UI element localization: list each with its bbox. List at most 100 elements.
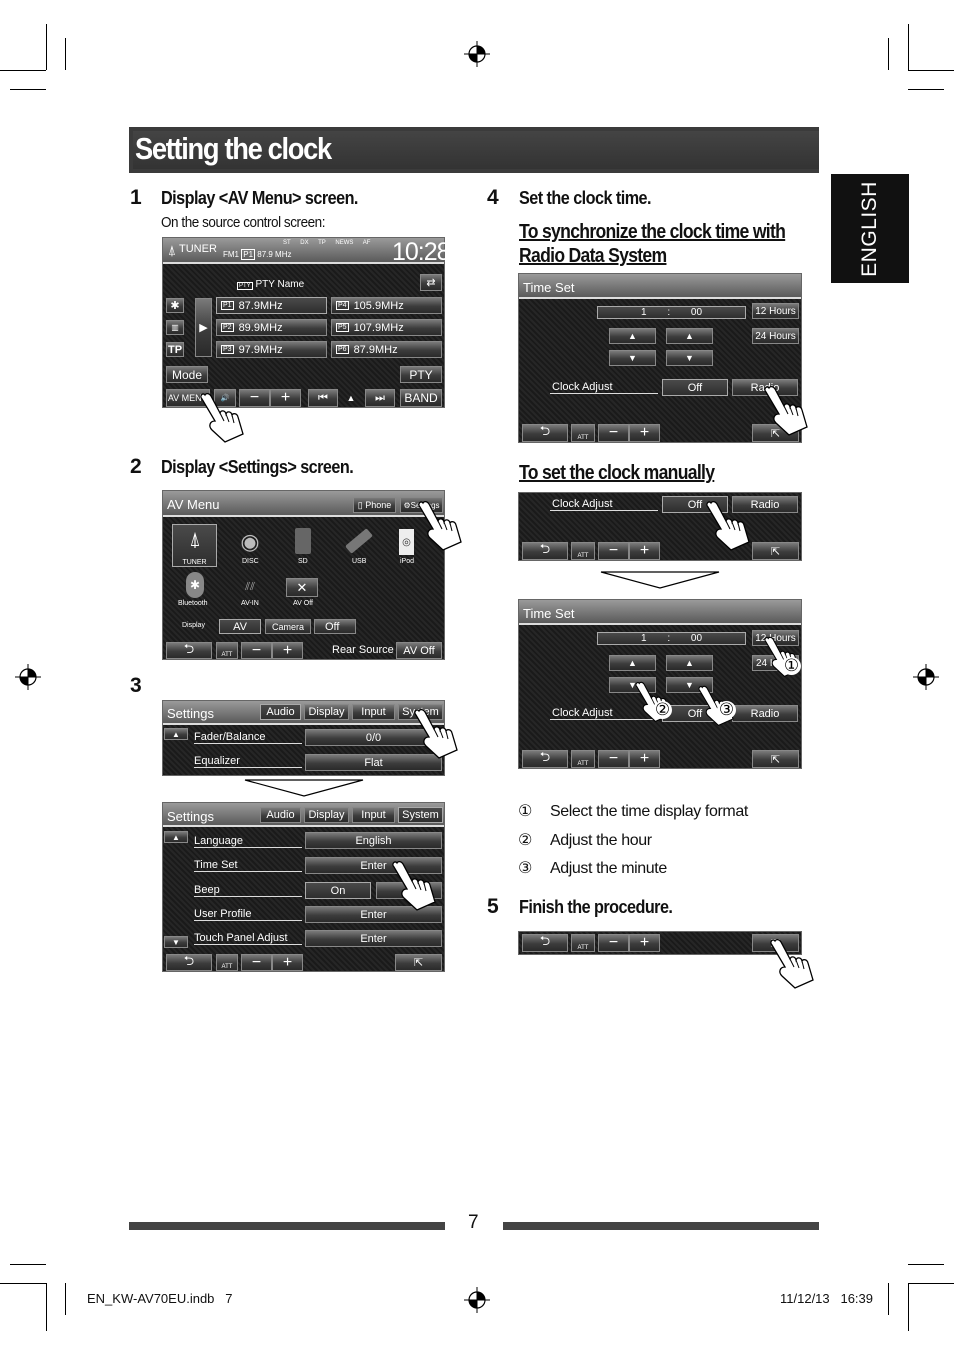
att-button[interactable]: ATT [571, 934, 595, 952]
ipod-icon[interactable]: ◎ [399, 529, 414, 555]
exit-button[interactable]: ⇱ [752, 750, 799, 768]
av-in-cable-icon[interactable]: ⫽⫽ [234, 578, 266, 596]
volume-down-button[interactable]: − [598, 542, 629, 560]
preset-button[interactable]: P2 89.9MHz [216, 319, 327, 336]
scroll-up-button[interactable]: ▲ [164, 728, 188, 740]
display-camera-button[interactable]: Camera [265, 619, 311, 634]
att-button[interactable]: ATT [216, 642, 238, 659]
volume-down-button[interactable]: − [598, 424, 629, 442]
volume-up-button[interactable]: + [272, 642, 303, 659]
volume-down-button[interactable]: − [598, 934, 629, 952]
bluetooth-button[interactable]: ✱ [166, 298, 184, 313]
preset-button[interactable]: P5 107.9MHz [331, 319, 442, 336]
source-usb[interactable]: USB [352, 558, 366, 565]
volume-up-button[interactable]: + [629, 750, 660, 768]
preset-frequency: 87.9MHz [353, 343, 398, 356]
av-off-icon[interactable]: ✕ [286, 578, 318, 597]
previous-button[interactable]: ⏮ [308, 389, 338, 407]
preset-button[interactable]: P1 87.9MHz [216, 297, 327, 314]
tab-display[interactable]: Display [304, 807, 349, 823]
tab-input[interactable]: Input [352, 807, 395, 823]
exit-button[interactable]: ⇱ [395, 954, 442, 971]
tab-audio[interactable]: Audio [260, 704, 301, 720]
tab-audio[interactable]: Audio [260, 807, 301, 823]
exit-button[interactable]: ⇱ [752, 542, 799, 560]
crop-mark [65, 1283, 66, 1315]
preset-button[interactable]: P4 105.9MHz [331, 297, 442, 314]
volume-up-button[interactable]: + [629, 934, 660, 952]
rear-source-av-off-button[interactable]: AV Off [396, 642, 442, 659]
source-label: TUNER [182, 559, 207, 566]
callout-2: ② [653, 700, 672, 720]
sd-card-icon[interactable] [295, 528, 311, 554]
tuner-tower-icon: ⍋ [189, 528, 201, 551]
12-hours-button[interactable]: 12 Hours [752, 303, 799, 319]
band-info: FM1 P1 87.9 MHz [223, 249, 292, 260]
volume-down-button[interactable]: − [241, 642, 272, 659]
display-av-button[interactable]: AV [219, 619, 261, 634]
phone-button[interactable]: ▯ Phone [353, 497, 396, 513]
volume-up-button[interactable]: + [629, 424, 660, 442]
back-button[interactable]: ⮌ [522, 934, 568, 952]
att-button[interactable]: ATT [571, 542, 595, 560]
minute-down-button[interactable]: ▼ [666, 350, 713, 366]
mode-button[interactable]: Mode [166, 366, 208, 383]
volume-down-button[interactable]: − [241, 954, 272, 971]
equalizer-button[interactable]: ▥ [166, 320, 184, 335]
antenna-icon: ⍋ [167, 241, 177, 258]
bluetooth-icon[interactable]: ✱ [186, 572, 204, 598]
att-button[interactable]: ATT [571, 424, 595, 442]
legend-text: Adjust the minute [550, 860, 667, 877]
scroll-down-button[interactable]: ▼ [164, 936, 188, 948]
step-number: 1 [130, 186, 142, 209]
scroll-up-button[interactable]: ▲ [164, 831, 188, 843]
source-ipod[interactable]: iPod [400, 558, 414, 565]
att-button[interactable]: ATT [571, 750, 595, 768]
preset-button[interactable]: P3 97.9MHz [216, 341, 327, 358]
source-av-in[interactable]: AV-IN [241, 600, 259, 607]
back-button[interactable]: ⮌ [522, 750, 568, 768]
hour-up-button[interactable]: ▲ [609, 328, 656, 344]
preset-id: P6 [336, 345, 349, 354]
minute-up-button[interactable]: ▲ [666, 328, 713, 344]
beep-on-button[interactable]: On [305, 882, 371, 899]
source-av-off[interactable]: AV Off [293, 600, 313, 607]
source-disc[interactable]: DISC [242, 558, 259, 565]
back-button[interactable]: ⮌ [166, 954, 212, 971]
switch-display-button[interactable]: ⇄ [420, 274, 442, 291]
pty-search-button[interactable]: PTY [400, 366, 442, 383]
setting-value-button[interactable]: English [305, 832, 442, 849]
back-button[interactable]: ⮌ [522, 424, 568, 442]
band-button[interactable]: BAND [400, 389, 442, 407]
volume-up-button[interactable]: + [270, 389, 301, 407]
clock-adjust-off-button[interactable]: Off [662, 379, 728, 396]
clock-adjust-radio-button[interactable]: Radio [732, 705, 798, 722]
minute-up-button[interactable]: ▲ [666, 655, 713, 671]
section-heading-sync: To synchronize the clock time with [519, 221, 786, 243]
setting-value-button[interactable]: Enter [305, 930, 442, 947]
volume-up-button[interactable]: + [629, 542, 660, 560]
next-button[interactable]: ⏭ [365, 389, 395, 407]
legend-item: ① Select the time display format [518, 801, 748, 821]
preset-button[interactable]: P6 87.9MHz [331, 341, 442, 358]
disc-icon[interactable]: ◉ [235, 528, 265, 556]
hour-up-button[interactable]: ▲ [609, 655, 656, 671]
volume-down-button[interactable]: − [598, 750, 629, 768]
seek-mode-icon[interactable]: ▲ [344, 391, 358, 405]
step-heading: Set the clock time. [519, 188, 652, 208]
24-hours-button[interactable]: 24 Hours [752, 328, 799, 344]
source-bluetooth[interactable]: Bluetooth [178, 600, 208, 607]
att-button[interactable]: ATT [216, 954, 238, 971]
tab-system[interactable]: System [398, 807, 443, 823]
expand-presets-button[interactable]: ▶ [195, 298, 212, 357]
tab-input[interactable]: Input [352, 704, 395, 720]
display-off-button[interactable]: Off [314, 619, 356, 634]
back-button[interactable]: ⮌ [522, 542, 568, 560]
hour-down-button[interactable]: ▼ [609, 350, 656, 366]
back-button[interactable]: ⮌ [166, 642, 212, 659]
step-note: On the source control screen: [161, 214, 326, 231]
tp-button[interactable]: TP [166, 342, 184, 357]
source-sd[interactable]: SD [298, 558, 308, 565]
tab-display[interactable]: Display [304, 704, 349, 720]
volume-up-button[interactable]: + [272, 954, 303, 971]
